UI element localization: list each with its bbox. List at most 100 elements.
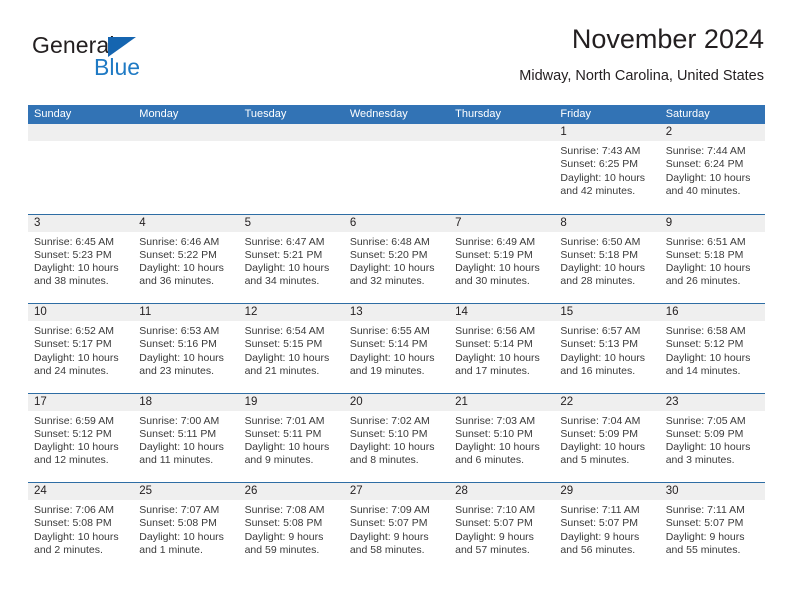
calendar-grid: Sunday Monday Tuesday Wednesday Thursday Frid… [28,105,765,572]
day-number: 22 [560,395,574,408]
calendar-day-cell[interactable]: 1 Sunrise: 7:43 AM Sunset: 6:25 PM Daylight… [554,124,660,214]
sunrise-text: Sunrise: 7:07 AM [139,504,220,516]
daylight-text-line2: and 19 minutes. [349,364,425,377]
calendar-day-cell[interactable]: 16 Sunrise: 6:58 AM Sunset: 5:12 PM Dayligh… [659,304,765,393]
calendar-day-cell[interactable]: 11 Sunrise: 6:53 AM Sunset: 5:16 PM Dayligh… [133,304,239,393]
day-number: 20 [349,395,363,408]
calendar-day-cell[interactable]: 10 Sunrise: 6:52 AM Sunset: 5:17 PM Dayligh… [28,304,134,393]
daylight-text-line2: and 36 minutes. [139,275,214,288]
sunrise-text: Sunrise: 7:04 AM [560,414,641,427]
sunrise-text: Sunrise: 7:43 AM [560,145,641,157]
day-detail-body: Sunrise: 7:03 AM Sunset: 5:10 PM Daylight:… [449,410,555,482]
day-detail-body: Sunrise: 6:52 AM Sunset: 5:17 PM Daylight:… [28,321,134,393]
daylight-text-line2: and 2 minutes. [34,543,103,556]
sunset-text: Sunset: 6:24 PM [665,158,744,171]
day-detail-body: Sunrise: 6:50 AM Sunset: 5:18 PM Daylight:… [554,231,660,303]
sunset-text: Sunset: 5:19 PM [455,248,533,261]
day-number: 12 [244,306,258,318]
day-number-band: 5 [238,214,344,232]
daylight-text-line2: and 17 minutes. [455,364,530,377]
calendar-day-cell[interactable]: 28 Sunrise: 7:10 AM Sunset: 5:07 PM Dayligh… [449,483,555,572]
page-header: General Blue November 2024 Midway, North… [28,24,764,96]
day-detail-body: Sunrise: 7:09 AM Sunset: 5:07 PM Daylight:… [343,500,450,572]
calendar-day-cell[interactable]: 3 Sunrise: 6:45 AM Sunset: 5:23 PM Daylight… [28,214,134,303]
daylight-text-line1: Daylight: 10 hours [560,351,646,364]
day-detail-body: Sunrise: 7:43 AM Sunset: 6:25 PM Daylight:… [554,141,660,213]
calendar-day-cell[interactable]: 26 Sunrise: 7:08 AM Sunset: 5:08 PM Dayligh… [238,483,344,572]
calendar-day-cell[interactable]: 5 Sunrise: 6:47 AM Sunset: 5:21 PM Daylight… [238,214,344,303]
daylight-text-line1: Daylight: 10 hours [34,441,119,454]
day-number-band: 15 [554,304,660,321]
calendar-day-cell[interactable]: 7 Sunrise: 6:49 AM Sunset: 5:19 PM Daylight… [449,214,555,303]
daylight-text-line2: and 38 minutes. [34,275,109,288]
daylight-text-line2: and 14 minutes. [665,364,741,377]
calendar-day-cell[interactable]: 22 Sunrise: 7:04 AM Sunset: 5:09 PM Dayligh… [554,393,660,482]
daylight-text-line2: and 28 minutes. [560,275,636,288]
day-number-band: 16 [659,304,765,321]
sunset-text: Sunset: 5:13 PM [560,338,639,351]
daylight-text-line2: and 58 minutes. [349,543,425,556]
calendar-day-cell[interactable]: 27 Sunrise: 7:09 AM Sunset: 5:07 PM Dayligh… [343,483,450,572]
calendar-day-cell[interactable]: 19 Sunrise: 7:01 AM Sunset: 5:11 PM Dayligh… [238,393,344,482]
day-number: 7 [455,216,462,229]
calendar-day-cell[interactable]: 2 Sunrise: 7:44 AM Sunset: 6:24 PM Daylight… [659,124,765,214]
day-number: 26 [244,485,258,497]
sunrise-text: Sunrise: 7:00 AM [139,414,220,427]
calendar-day-cell[interactable]: 17 Sunrise: 6:59 AM Sunset: 5:12 PM Dayligh… [28,393,134,482]
calendar-day-cell[interactable]: 6 Sunrise: 6:48 AM Sunset: 5:20 PM Daylight… [343,214,450,303]
day-number-band: 22 [554,393,660,411]
day-detail-body: Sunrise: 7:00 AM Sunset: 5:11 PM Daylight:… [133,410,239,482]
daylight-text-line1: Daylight: 10 hours [665,171,751,184]
calendar-day-cell[interactable]: 30 Sunrise: 7:11 AM Sunset: 5:07 PM Dayligh… [659,483,765,572]
day-number: 21 [455,395,468,408]
calendar-day-cell[interactable]: 20 Sunrise: 7:02 AM Sunset: 5:10 PM Dayligh… [343,393,450,482]
daylight-text-line1: Daylight: 10 hours [455,441,540,454]
day-detail-body [133,141,239,213]
daylight-text-line1: Daylight: 10 hours [244,441,330,454]
calendar-day-cell[interactable]: 14 Sunrise: 6:56 AM Sunset: 5:14 PM Dayligh… [449,304,555,393]
calendar-day-cell[interactable]: 18 Sunrise: 7:00 AM Sunset: 5:11 PM Dayligh… [133,393,239,482]
calendar-day-cell[interactable]: 8 Sunrise: 6:50 AM Sunset: 5:18 PM Daylight… [554,214,660,303]
day-number-band: 6 [343,214,450,232]
calendar-day-cell[interactable]: 25 Sunrise: 7:07 AM Sunset: 5:08 PM Dayligh… [133,483,239,572]
day-number-band [238,124,344,141]
day-number: 23 [665,395,679,408]
day-detail-body [28,141,134,213]
daylight-text-line2: and 12 minutes. [34,454,109,467]
day-detail-body: Sunrise: 6:57 AM Sunset: 5:13 PM Daylight:… [554,321,660,393]
sunrise-text: Sunrise: 6:49 AM [455,235,536,248]
weekday-header-friday: Friday [560,108,591,120]
daylight-text-line1: Daylight: 10 hours [139,530,224,543]
weekday-header-tuesday: Tuesday [244,108,287,120]
sunrise-text: Sunrise: 7:08 AM [244,504,325,516]
daylight-text-line2: and 6 minutes. [455,454,525,467]
sunset-text: Sunset: 5:11 PM [244,427,322,440]
calendar-day-cell[interactable]: 15 Sunrise: 6:57 AM Sunset: 5:13 PM Dayligh… [554,304,660,393]
day-number: 30 [665,485,679,497]
calendar-day-cell[interactable]: 29 Sunrise: 7:11 AM Sunset: 5:07 PM Dayligh… [554,483,660,572]
sunrise-text: Sunrise: 6:59 AM [34,414,114,427]
calendar-day-cell[interactable]: 12 Sunrise: 6:54 AM Sunset: 5:15 PM Dayligh… [238,304,344,393]
day-number-band [343,124,450,141]
calendar-day-cell[interactable]: 9 Sunrise: 6:51 AM Sunset: 5:18 PM Daylight… [659,214,765,303]
daylight-text-line2: and 9 minutes. [244,454,314,467]
sunset-text: Sunset: 5:21 PM [244,248,323,261]
calendar-week-row: 24 Sunrise: 7:06 AM Sunset: 5:08 PM Dayligh… [28,482,765,572]
day-detail-body [238,141,344,213]
sunset-text: Sunset: 5:22 PM [139,248,217,261]
day-number-band: 21 [449,393,555,411]
sunrise-text: Sunrise: 6:48 AM [349,235,430,248]
day-detail-body: Sunrise: 7:05 AM Sunset: 5:09 PM Daylight:… [659,410,765,482]
calendar-day-cell[interactable]: 24 Sunrise: 7:06 AM Sunset: 5:08 PM Dayligh… [28,483,134,572]
calendar-day-cell[interactable]: 13 Sunrise: 6:55 AM Sunset: 5:14 PM Dayligh… [343,304,450,393]
calendar-day-cell[interactable]: 21 Sunrise: 7:03 AM Sunset: 5:10 PM Dayligh… [449,393,555,482]
daylight-text-line2: and 59 minutes. [244,543,320,556]
general-blue-logo[interactable]: General Blue [32,32,252,88]
calendar-day-cell-empty [28,124,134,214]
calendar-day-cell[interactable]: 4 Sunrise: 6:46 AM Sunset: 5:22 PM Daylight… [133,214,239,303]
calendar-day-cell[interactable]: 23 Sunrise: 7:05 AM Sunset: 5:09 PM Dayligh… [659,393,765,482]
daylight-text-line1: Daylight: 10 hours [665,441,751,454]
sunrise-text: Sunrise: 6:56 AM [455,325,536,337]
day-number: 2 [665,126,673,138]
day-number: 29 [560,485,574,497]
